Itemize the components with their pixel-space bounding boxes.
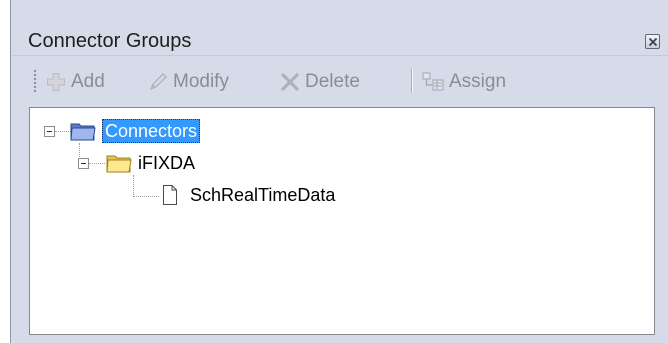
- connector-tree[interactable]: Connectors iFIXDA SchRealTimeData: [29, 107, 655, 335]
- delete-button[interactable]: Delete: [279, 69, 360, 95]
- assign-button-label: Assign: [449, 71, 507, 92]
- close-button[interactable]: [645, 34, 660, 49]
- collapse-toggle-connectors[interactable]: [44, 126, 55, 137]
- modify-button[interactable]: Modify: [147, 69, 229, 95]
- add-button[interactable]: Add: [45, 69, 105, 95]
- tree-node-label: Connectors: [102, 119, 201, 143]
- modify-button-label: Modify: [173, 71, 229, 92]
- pencil-icon: [150, 73, 167, 90]
- panel-title: Connector Groups: [28, 30, 192, 52]
- tree-line: [55, 131, 71, 132]
- add-button-label: Add: [71, 71, 105, 92]
- folder-blue-icon: [70, 123, 96, 141]
- plus-icon: [47, 73, 65, 91]
- delete-x-icon: [281, 73, 299, 91]
- toolbar: Add Modify Delete Assign: [11, 57, 668, 105]
- assign-icon: [422, 72, 444, 91]
- document-icon: [163, 185, 177, 205]
- tree-line: [133, 196, 159, 197]
- tree-node-label: iFIXDA: [138, 152, 196, 173]
- connector-groups-panel: Connector Groups Add Modify Delete Assig…: [10, 0, 668, 343]
- close-icon: [648, 37, 658, 47]
- tree-node-schrealtimedata[interactable]: SchRealTimeData: [162, 184, 335, 206]
- delete-button-label: Delete: [305, 71, 360, 92]
- toolbar-grip[interactable]: [33, 69, 37, 93]
- tree-line: [133, 175, 134, 197]
- toolbar-separator: [411, 69, 412, 93]
- folder-yellow-icon: [106, 155, 132, 173]
- panel-title-bar: Connector Groups: [11, 0, 668, 56]
- assign-button[interactable]: Assign: [421, 69, 506, 95]
- collapse-toggle-ifixda[interactable]: [78, 158, 89, 169]
- tree-node-connectors[interactable]: Connectors: [70, 119, 201, 143]
- tree-node-ifixda[interactable]: iFIXDA: [106, 152, 195, 174]
- tree-line: [89, 163, 105, 164]
- tree-node-label: SchRealTimeData: [190, 184, 336, 205]
